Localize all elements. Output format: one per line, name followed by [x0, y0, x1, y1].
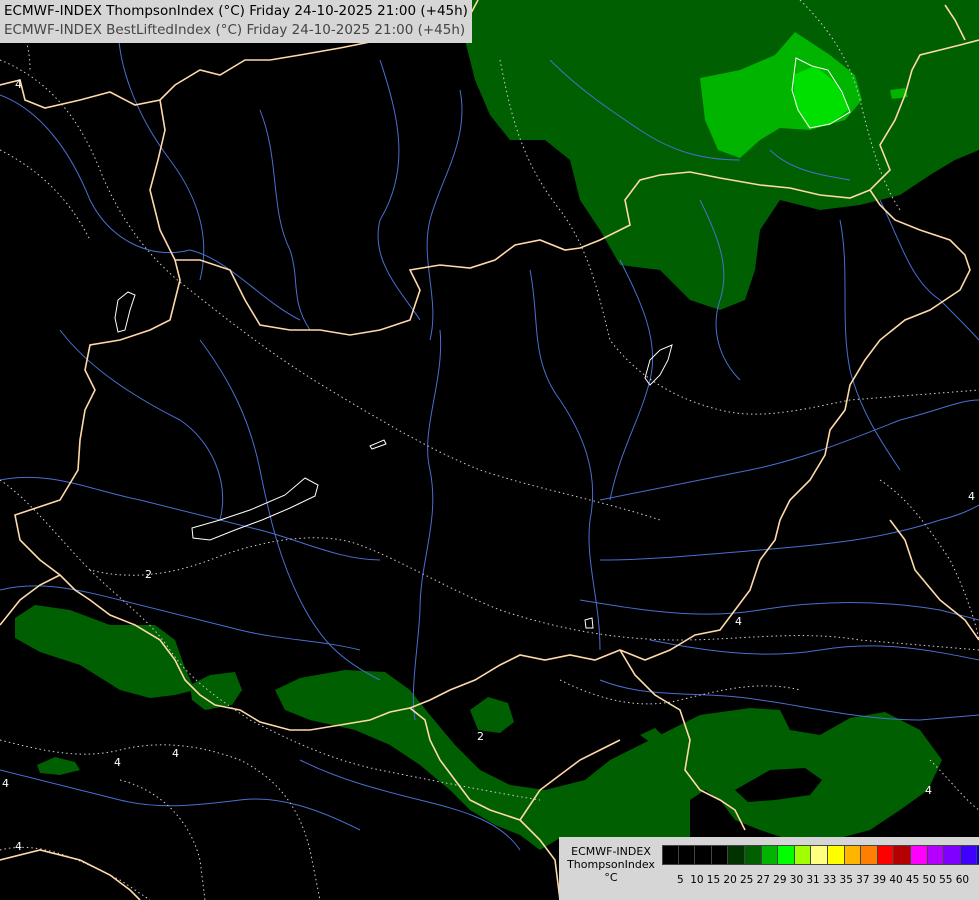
legend-tick: 27	[756, 874, 770, 886]
contour-label: 2	[477, 730, 484, 743]
legend-swatch	[827, 845, 845, 865]
legend-swatch	[778, 845, 795, 865]
contour-label: 4	[735, 615, 742, 628]
legend-model: ECMWF-INDEX	[571, 845, 651, 858]
legend-tick: 5	[676, 874, 684, 886]
legend-swatch	[811, 845, 828, 865]
legend-swatch	[960, 845, 978, 865]
contour-label: 4	[968, 490, 975, 503]
contour-label: 4	[15, 840, 22, 853]
legend-swatch	[894, 845, 911, 865]
legend-tick: 25	[739, 874, 754, 886]
legend-swatch	[744, 845, 762, 865]
legend-tick: 31	[806, 874, 820, 886]
legend-tick: 39	[872, 874, 887, 886]
legend-swatch	[662, 845, 679, 865]
legend-tick: 45	[905, 874, 920, 886]
weather-map: 4 2 2 4 4 4 4 4 4 4	[0, 0, 979, 900]
title-line-2: ECMWF-INDEX BestLiftedIndex (°C) Friday …	[4, 22, 466, 38]
legend-swatch	[877, 845, 895, 865]
contour-label: 4	[114, 756, 121, 769]
legend-swatch	[711, 845, 729, 865]
legend-swatch	[927, 845, 945, 865]
legend-tick: 29	[773, 874, 787, 886]
color-legend: ECMWF-INDEX ThompsonIndex °C 5 10 15 20 25 27…	[559, 837, 979, 900]
legend-tick: 37	[856, 874, 870, 886]
legend-tick: 20	[723, 874, 737, 886]
contour-label: 2	[145, 568, 152, 581]
map-title: ECMWF-INDEX ThompsonIndex (°C) Friday 24…	[0, 0, 472, 43]
legend-swatch	[728, 845, 745, 865]
legend-tick: 40	[889, 874, 903, 886]
legend-tick: 50	[922, 874, 936, 886]
legend-tick: 60	[955, 874, 970, 886]
legend-tick: 10	[690, 874, 704, 886]
legend-tick: 15	[706, 874, 721, 886]
legend-swatch	[678, 845, 696, 865]
legend-label: ECMWF-INDEX ThompsonIndex °C	[563, 845, 659, 884]
legend-swatch	[910, 845, 928, 865]
contour-label: 4	[2, 777, 9, 790]
legend-swatches	[662, 845, 979, 865]
legend-parameter: ThompsonIndex	[567, 858, 655, 871]
contour-label: 4	[15, 78, 22, 91]
legend-swatch	[794, 845, 812, 865]
legend-swatch	[695, 845, 712, 865]
legend-tick: 33	[822, 874, 837, 886]
legend-unit: °C	[604, 871, 618, 884]
legend-swatch	[844, 845, 862, 865]
legend-tick: 30	[789, 874, 804, 886]
title-line-1: ECMWF-INDEX ThompsonIndex (°C) Friday 24…	[4, 3, 468, 19]
legend-swatch	[944, 845, 961, 865]
legend-swatch	[761, 845, 779, 865]
legend-tick: 35	[839, 874, 853, 886]
legend-ticks: 5 10 15 20 25 27 29 30 31 33 35 37 39 40 45 50 55 60	[672, 874, 971, 886]
legend-swatch	[861, 845, 878, 865]
contour-label: 4	[172, 747, 179, 760]
contour-label: 4	[925, 784, 932, 797]
legend-tick: 55	[939, 874, 953, 886]
